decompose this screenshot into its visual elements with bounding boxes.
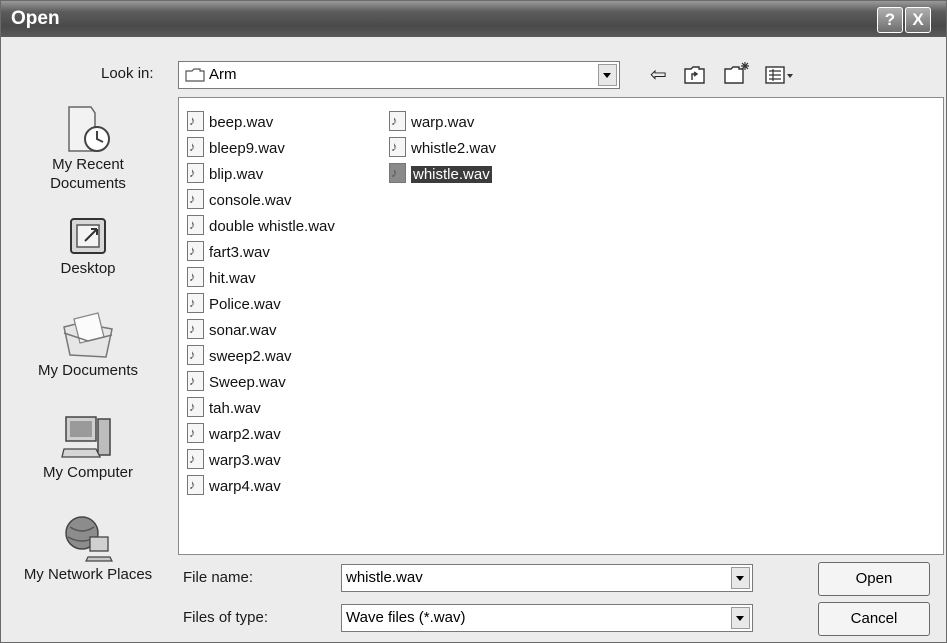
file-type-dropdown[interactable]: Wave files (*.wav) [341,604,753,632]
list-item[interactable]: whistle2.wav [389,136,496,158]
wav-file-icon [187,136,204,157]
places-bar: My Recent Documents Desktop My Documents [13,97,163,637]
wav-file-icon [187,292,204,313]
list-item[interactable]: sweep2.wav [187,344,292,366]
wav-file-icon [187,370,204,391]
wav-file-icon [187,110,204,131]
view-menu-icon[interactable] [765,65,795,85]
place-label: My Computer [42,464,134,481]
look-in-dropdown-arrow[interactable] [598,64,617,86]
wav-file-icon [187,214,204,235]
file-list[interactable]: beep.wav bleep9.wav blip.wav console.wav… [178,97,944,555]
list-item[interactable]: fart3.wav [187,240,270,262]
open-button[interactable]: Open [818,562,930,596]
place-label: My Network Places [23,566,153,583]
folder-icon [185,68,205,82]
place-my-recent-documents[interactable]: My Recent Documents [13,105,163,193]
list-item-selected[interactable]: whistle.wav [389,162,492,184]
look-in-label: Look in: [101,65,154,82]
list-item[interactable]: warp4.wav [187,474,281,496]
wav-file-icon [389,110,406,131]
close-button[interactable]: X [905,7,931,33]
wav-file-icon [389,162,406,183]
file-type-label: Files of type: [183,609,269,626]
title-bar[interactable]: Open ? X [1,1,946,37]
look-in-value: Arm [209,66,237,83]
place-label: My Documents [37,362,139,379]
list-item[interactable]: bleep9.wav [187,136,285,158]
place-desktop[interactable]: Desktop [13,215,163,278]
wav-file-icon [187,162,204,183]
list-item[interactable]: warp3.wav [187,448,281,470]
place-my-documents[interactable]: My Documents [13,311,163,380]
place-my-computer[interactable]: My Computer [13,413,163,482]
wav-file-icon [187,344,204,365]
place-label: Desktop [60,260,116,277]
wav-file-icon [187,318,204,339]
file-name-input[interactable]: whistle.wav [341,564,753,592]
dialog-title: Open [11,8,60,29]
list-item[interactable]: Sweep.wav [187,370,286,392]
cancel-button[interactable]: Cancel [818,602,930,636]
open-dialog: Open ? X Look in: Arm ⇦ My Recent Docume… [0,0,947,643]
wav-file-icon [187,266,204,287]
file-name-label: File name: [183,569,254,586]
wav-file-icon [187,474,204,495]
list-item[interactable]: double whistle.wav [187,214,335,236]
file-name-value: whistle.wav [346,569,423,586]
my-computer-icon [61,416,111,458]
recent-documents-icon [68,106,110,152]
file-name-dropdown-arrow[interactable] [731,567,750,589]
place-label: My Recent Documents [50,156,126,192]
network-places-icon [65,516,113,562]
list-item[interactable]: hit.wav [187,266,256,288]
list-item[interactable]: beep.wav [187,110,273,132]
back-icon[interactable]: ⇦ [650,65,667,85]
wav-file-icon [389,136,406,157]
file-type-value: Wave files (*.wav) [346,609,466,626]
list-item[interactable]: Police.wav [187,292,281,314]
help-button[interactable]: ? [877,7,903,33]
wav-file-icon [187,448,204,469]
list-item[interactable]: warp.wav [389,110,474,132]
list-item[interactable]: warp2.wav [187,422,281,444]
list-item[interactable]: console.wav [187,188,292,210]
list-item[interactable]: sonar.wav [187,318,277,340]
my-documents-icon [63,312,113,358]
wav-file-icon [187,188,204,209]
list-item[interactable]: tah.wav [187,396,261,418]
desktop-icon [70,218,106,254]
up-folder-icon[interactable] [684,65,706,85]
place-my-network-places[interactable]: My Network Places [13,513,163,584]
list-item[interactable]: blip.wav [187,162,263,184]
wav-file-icon [187,240,204,261]
new-folder-icon[interactable] [724,61,750,85]
look-in-dropdown[interactable]: Arm [178,61,620,89]
wav-file-icon [187,396,204,417]
wav-file-icon [187,422,204,443]
file-type-dropdown-arrow[interactable] [731,607,750,629]
